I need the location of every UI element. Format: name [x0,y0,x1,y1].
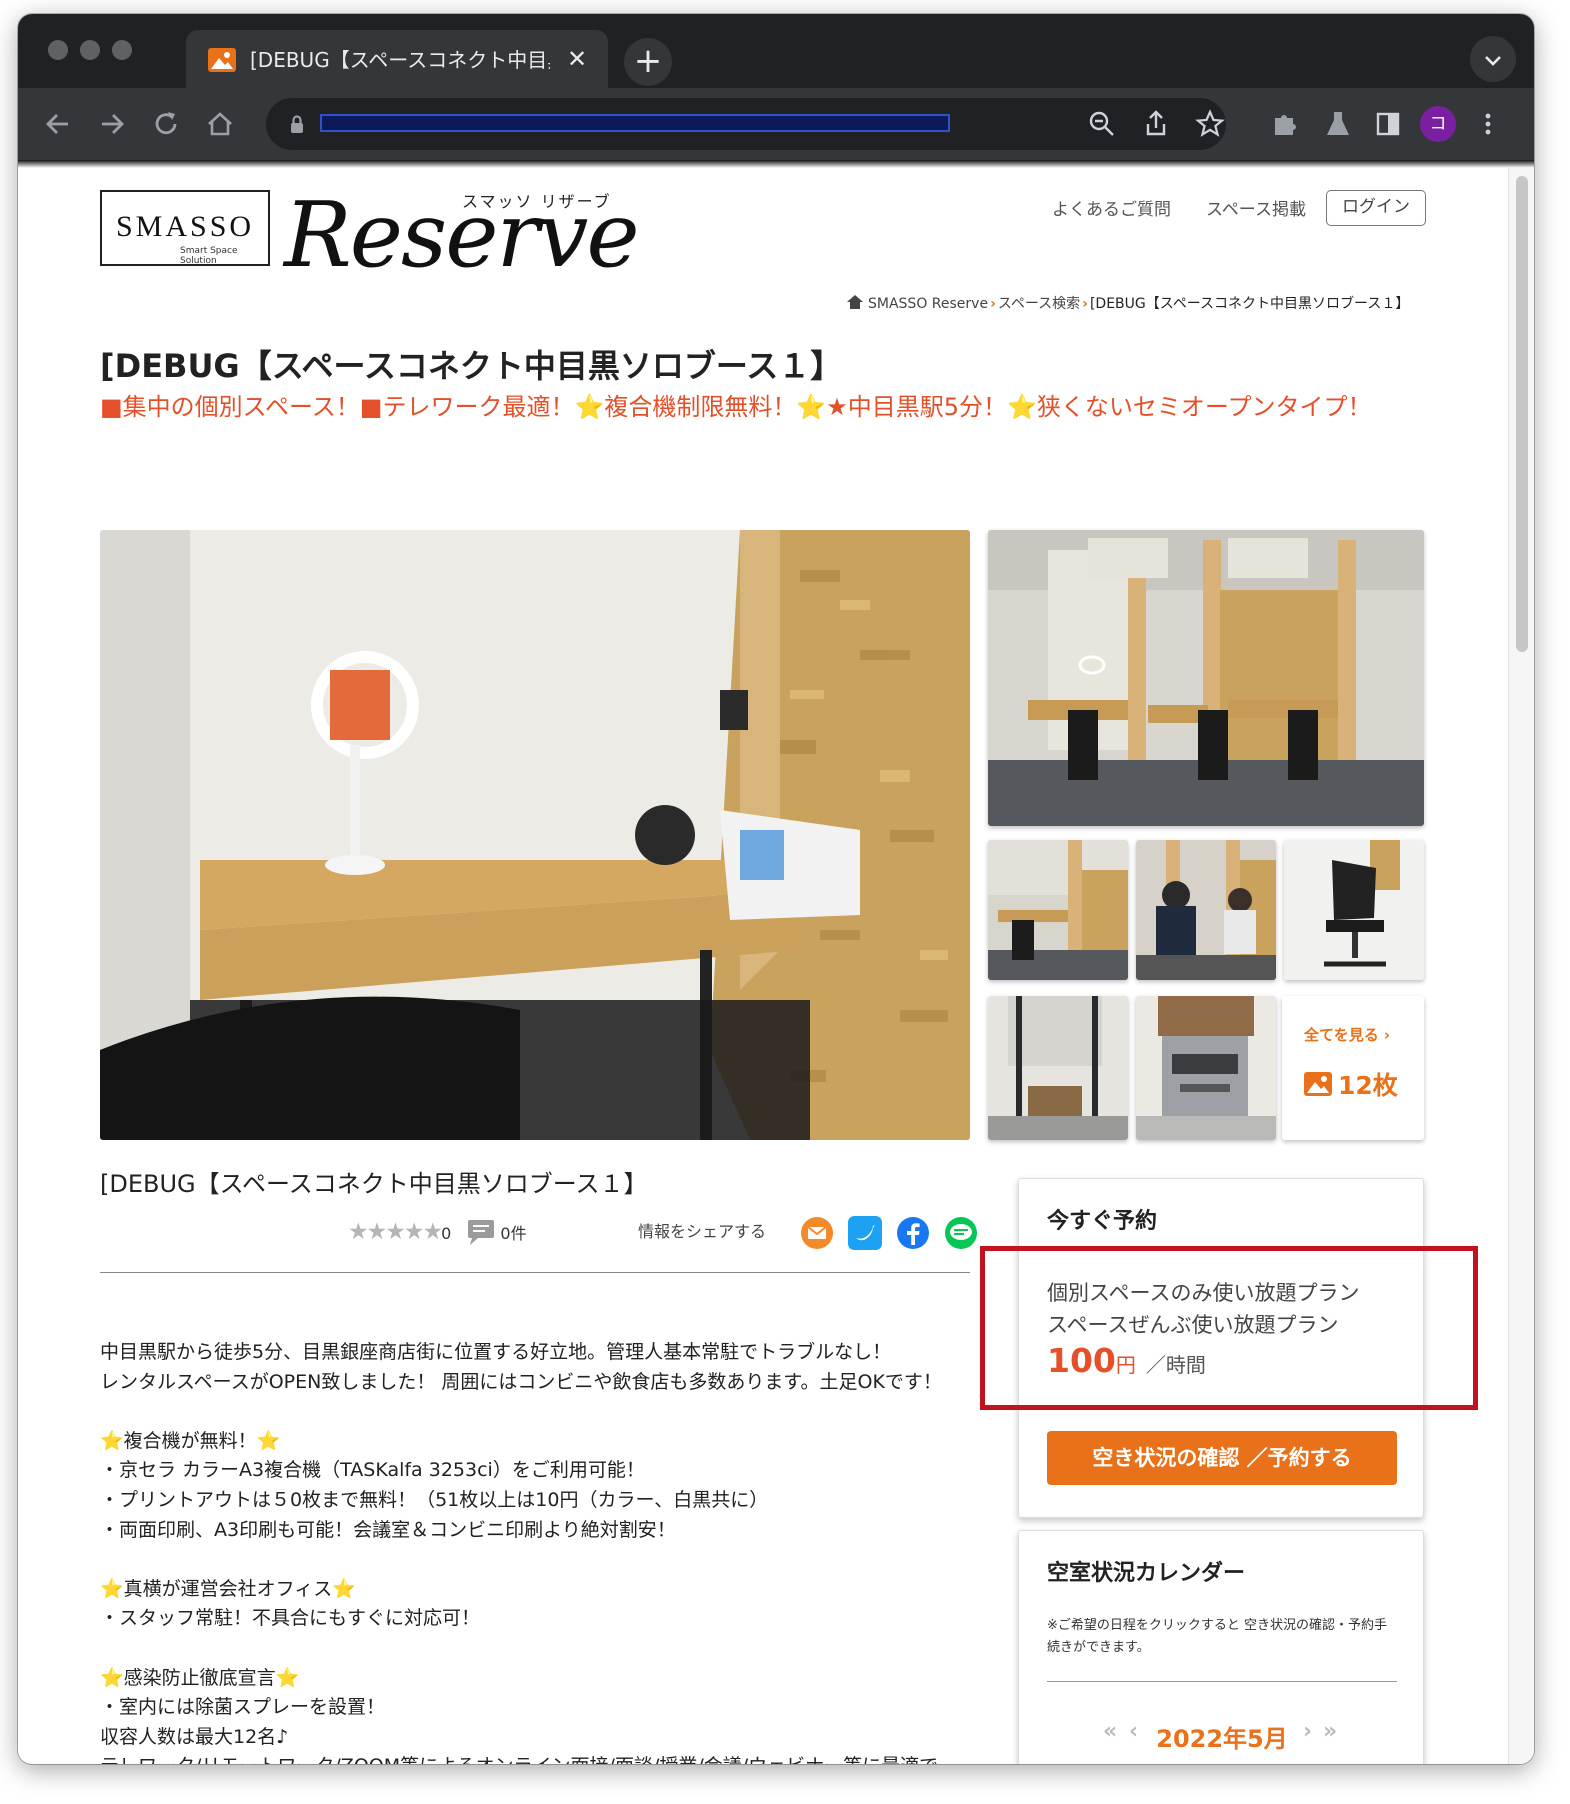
browser-window: [DEBUG【スペースコネクト中目黒ソロブース１】 ✕ + コ SMASSO S [18,14,1534,1764]
breadcrumb-current: [DEBUG【スペースコネクト中目黒ソロブース１】 [1089,296,1410,312]
logo-subtext: Smart Space Solution [180,246,238,266]
tab-strip: [DEBUG【スペースコネクト中目黒ソロブース１】 ✕ + [18,14,1534,90]
facebook-share-icon[interactable] [896,1216,930,1250]
breadcrumb: SMASSO Reserve › スペース検索 › [DEBUG【スペースコネクト中目黒… [846,294,1409,314]
reserve-logo-kana: スマッソ リザーブ [462,192,612,211]
redacted-url [320,114,950,132]
page-scrollbar[interactable] [1508,168,1534,1764]
description-line: レンタルスペースがOPEN致しました！ 周囲にはコンビニや飲食店も多数あります。… [100,1370,942,1393]
calendar-month: 2022年5月 [1156,1725,1288,1753]
description-line: 収容人数は最大12名♪ [100,1725,289,1748]
page-title: [DEBUG【スペースコネクト中目黒ソロブース１】 [100,347,843,385]
tab-search-button[interactable] [1470,36,1516,82]
description-line: テレワーク/リモートワーク/ZOOM等によるオンライン面接/面談/授業/会議/ウ… [100,1752,980,1764]
tab-title: [DEBUG【スペースコネクト中目黒ソロブース１】 [250,48,550,72]
image-icon [1304,1072,1332,1096]
photo-count: 12枚 [1338,1071,1398,1100]
next-month-icon[interactable]: › [1303,1719,1312,1744]
calendar-divider [1047,1681,1397,1682]
side-panel-icon[interactable] [1370,106,1406,142]
description-line: ⭐真横が運営会社オフィス⭐ [100,1577,356,1600]
window-close-dot[interactable] [48,40,68,60]
line-share-icon[interactable] [944,1216,978,1250]
space-subtitle: [DEBUG【スペースコネクト中目黒ソロブース１】 [100,1170,648,1198]
mail-share-icon[interactable] [800,1216,834,1250]
main-photo[interactable] [100,530,970,1140]
login-button[interactable]: ログイン [1326,190,1426,226]
zoom-icon[interactable] [1084,106,1120,142]
browser-toolbar: コ [18,88,1534,160]
breadcrumb-search-link[interactable]: スペース検索 [998,296,1080,312]
smasso-logo[interactable]: SMASSO Smart Space Solution [100,190,270,266]
share-icon[interactable] [1138,106,1174,142]
gallery-thumb-4[interactable] [1284,840,1424,980]
image-icon [208,48,236,72]
space-description: 中目黒駅から徒歩5分、目黒銀座商店街に位置する好立地。管理人基本常駐でトラブルな… [100,1338,980,1764]
forward-arrow-icon[interactable] [94,106,130,142]
page-viewport: SMASSO Smart Space Solution Reserve スマッソ… [18,168,1508,1764]
home-icon[interactable] [202,106,238,142]
tab-close-icon[interactable]: ✕ [562,44,592,74]
description-line: ・京セラ カラーA3複合機（TASKalfa 3253ci）をご利用可能！ [100,1459,645,1482]
scrollbar-thumb[interactable] [1516,176,1528,652]
rating-stars-icon: ★★★★★ [348,1219,443,1245]
description-line: ・室内には除菌スプレーを設置！ [100,1696,386,1719]
back-arrow-icon[interactable] [40,106,76,142]
window-minimize-dot[interactable] [80,40,100,60]
nav-space-listing-link[interactable]: スペース掲載 [1206,198,1306,222]
description-line: ・スタッフ常駐！不具合にもすぐに対応可！ [100,1607,481,1630]
review-count[interactable]: 0件 [500,1224,526,1243]
description-line [100,1634,980,1664]
description-line: ・プリントアウトは５0枚まで無料！（51枚以上は10円（カラー、白黒共に） [100,1488,769,1511]
highlight-frame [980,1246,1478,1410]
gallery-thumb-6[interactable] [1136,996,1276,1140]
next-year-icon[interactable]: » [1323,1719,1337,1744]
description-line: ⭐感染防止徹底宣言⭐ [100,1666,300,1689]
toolbar-shadow [18,160,1534,168]
address-bar[interactable] [266,98,1226,150]
gallery-thumb-3[interactable] [1136,840,1276,980]
chevron-down-icon [1485,56,1501,66]
bookmark-star-icon[interactable] [1192,106,1228,142]
description-line [100,1397,980,1427]
availability-calendar-card: 空室状況カレンダー ※ご希望の日程をクリックすると 空き状況の確認・予約手続きが… [1018,1530,1424,1764]
window-zoom-dot[interactable] [112,40,132,60]
active-tab[interactable]: [DEBUG【スペースコネクト中目黒ソロブース１】 ✕ [186,30,608,90]
chevron-right-icon: › [1082,296,1088,312]
catch-copy: ■集中の個別スペース！■テレワーク最適！⭐複合機制限無料！⭐★中目黒駅5分！⭐狭… [100,393,1372,421]
see-all-photos-button[interactable]: 全てを見る › 12枚 [1282,996,1424,1140]
description-line: ・両面印刷、A3印刷も可能！会議室＆コンビニ印刷より絶対割安！ [100,1518,676,1541]
new-tab-button[interactable]: + [624,38,672,86]
calendar-title: 空室状況カレンダー [1047,1561,1246,1586]
nav-faq-link[interactable]: よくあるご質問 [1052,198,1171,222]
gallery-thumb-5[interactable] [988,996,1128,1140]
calendar-note: ※ご希望の日程をクリックすると 空き状況の確認・予約手続きができます。 [1047,1618,1388,1655]
section-divider [100,1272,970,1273]
reserve-card-title: 今すぐ予約 [1047,1209,1158,1234]
description-line: 中目黒駅から徒歩5分、目黒銀座商店街に位置する好立地。管理人基本常駐でトラブルな… [100,1341,892,1363]
lock-icon [291,115,303,133]
profile-avatar[interactable]: コ [1420,106,1456,142]
description-line: ⭐複合機が無料！⭐ [100,1429,281,1452]
check-availability-reserve-button[interactable]: 空き状況の確認 ／予約する [1047,1431,1397,1485]
reload-icon[interactable] [148,106,184,142]
labs-flask-icon[interactable] [1320,106,1356,142]
review-comment-icon [468,1220,495,1245]
rating: ★★★★★0 0件 [348,1218,527,1247]
extensions-puzzle-icon[interactable] [1266,106,1302,142]
gallery-thumb-2[interactable] [988,840,1128,980]
gallery-thumb-1[interactable] [988,530,1424,826]
kebab-menu-icon[interactable] [1470,106,1506,142]
home-icon[interactable] [846,294,864,310]
rating-value: 0 [441,1224,452,1243]
see-all-label: 全てを見る › [1304,1026,1391,1044]
logo-text: SMASSO [116,210,255,243]
twitter-share-icon[interactable] [848,1216,882,1250]
breadcrumb-home-link[interactable]: SMASSO Reserve [868,296,988,312]
share-label: 情報をシェアする [638,1222,767,1241]
description-line [100,1545,980,1575]
chevron-right-icon: › [990,296,996,312]
